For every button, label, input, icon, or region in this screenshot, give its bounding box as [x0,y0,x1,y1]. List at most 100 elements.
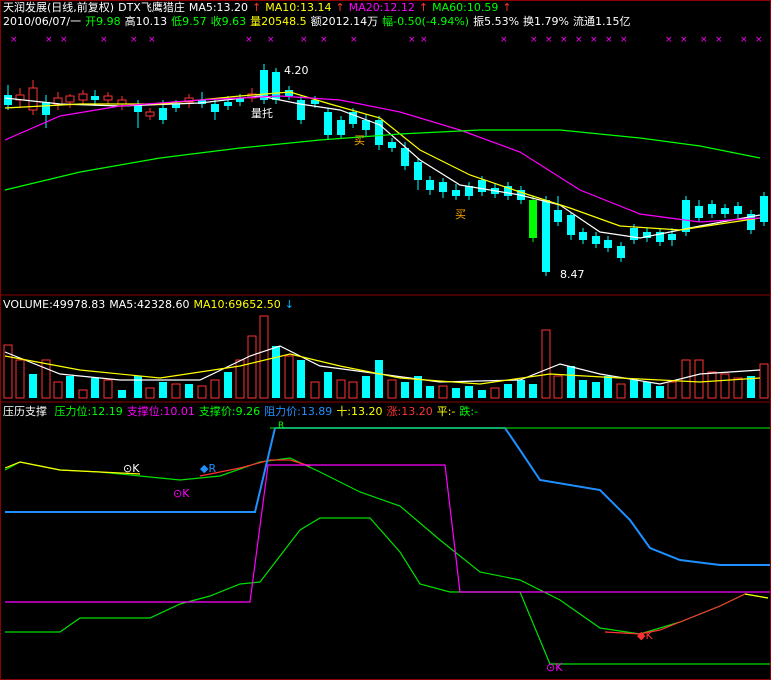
volume-bar-8 [103,379,113,399]
stock-chart-canvas[interactable]: × × × × × × × × × × × × × × × × × × × × × × × × × × × [0,0,771,680]
volume-bar-31 [401,382,409,398]
candle-body-42 [542,200,550,272]
volume-bar-19 [247,335,257,399]
low-price-label: 8.47 [560,268,585,281]
volume-bar-27 [348,381,358,399]
ma20-arrow-icon: ↑ [418,1,429,14]
candle-body-5 [65,95,75,103]
candle-body-45 [579,232,587,240]
chart-border [0,0,771,680]
x-marker-21: × [665,35,673,45]
quote-open: 开9.98 [85,15,121,28]
volume-bar-11 [145,387,155,399]
quote-change: 幅-0.50(-4.94%) [382,15,470,28]
candle-body-23 [297,100,305,120]
volume-bar-30 [387,379,397,399]
candle-body-54 [695,206,703,218]
candle-body-48 [617,246,625,258]
volume-bar-54 [694,359,704,399]
candle-body-3 [42,102,50,115]
pressure-level: 压力位:12.19 [54,405,123,418]
volume-bar-42 [541,329,551,399]
x-marker-24: × [715,35,723,45]
volume-bar-41 [529,384,537,398]
indicator-name: DTX飞鹰猎庄 [118,1,185,14]
x-marker-19: × [605,35,613,45]
flat-value: 平:- [436,405,456,418]
volume-bar-53 [681,359,691,399]
candle-body-12 [159,108,167,120]
support-curve-yellow-1 [4,461,141,475]
ma60-arrow-icon: ↑ [502,1,512,14]
marker-k1: ⊙K [123,462,140,475]
volume-bar-21 [272,346,280,398]
volume-bar-33 [426,386,434,398]
x-marker-6: × [245,35,253,45]
candle-body-56 [721,208,729,214]
volume-bar-2 [29,374,37,398]
quote-turnover: 换1.79% [523,15,569,28]
volume-bar-15 [197,385,207,399]
high-price-label: 4.20 [284,64,309,77]
volume-bar-17 [224,372,232,398]
candle-body-31 [401,148,409,166]
support-curve-red-1 [199,459,311,477]
candle-body-35 [452,190,460,196]
candle-body-43 [554,210,562,222]
support-level: 支撑位:10.01 [126,405,195,418]
candle-body-6 [78,93,88,101]
volume-bar-26 [336,379,346,399]
volume-bar-24 [310,381,320,399]
marker-k4: ⊙K [546,661,563,674]
support-price-line [5,517,770,665]
candle-body-17 [224,102,232,106]
candle-body-28 [362,120,370,130]
price-header: 天润发展(日线,前复权) DTX飞鹰猎庄 MA5:13.20 ↑ MA10:13.14 ↑… [3,1,516,14]
volume-bar-20 [259,315,269,399]
volume-bar-56 [720,373,730,399]
quote-float: 流通1.15亿 [572,15,631,28]
volume-bar-28 [362,376,370,398]
volume-bar-45 [579,380,587,398]
support-curve-green [4,457,769,635]
quote-amplitude: 振5.53% [473,15,520,28]
quote-low: 低9.57 [171,15,207,28]
x-marker-1: × [45,35,53,45]
pressure-title: 压历支撑 [3,405,47,418]
ma20-line [4,95,761,223]
x-marker-23: × [700,35,708,45]
ma5-line [4,95,761,239]
buy-signal-1: 买 [354,134,365,147]
candle-body-32 [414,162,422,180]
candle-body-7 [91,96,99,100]
ma20-value: MA20:12.12 [348,1,415,14]
x-marker-26: × [755,35,763,45]
quote-high: 高10.13 [124,15,168,28]
candle-body-8 [103,95,113,101]
marker-top: R [278,421,285,431]
candle-body-16 [211,104,219,112]
x-marker-18: × [590,35,598,45]
volume-bar-23 [297,360,305,398]
candle-body-30 [388,142,396,148]
resistance-price-line [5,427,770,566]
x-marker-15: × [545,35,553,45]
quote-volume: 量20548.5 [250,15,307,28]
volume-bar-51 [656,386,664,398]
volume-bar-22 [284,355,294,399]
quote-close: 收9.63 [210,15,247,28]
buy-signal-2: 买 [455,208,466,221]
candle-body-47 [604,240,612,248]
ma10-arrow-icon: ↑ [335,1,345,14]
ten-value: 十:13.20 [336,405,383,418]
x-marker-7: × [267,35,275,45]
candle-body-44 [567,215,575,235]
up-value: 涨:13.20 [386,405,433,418]
volume-bar-55 [707,371,717,399]
volume-bar-34 [438,385,448,399]
x-marker-17: × [575,35,583,45]
quote-date: 2010/06/07/一 [3,15,82,28]
volume-bar-49 [630,380,638,398]
resistance-price: 阻力价:13.89 [264,405,333,418]
down-value: 跌:- [459,405,479,418]
